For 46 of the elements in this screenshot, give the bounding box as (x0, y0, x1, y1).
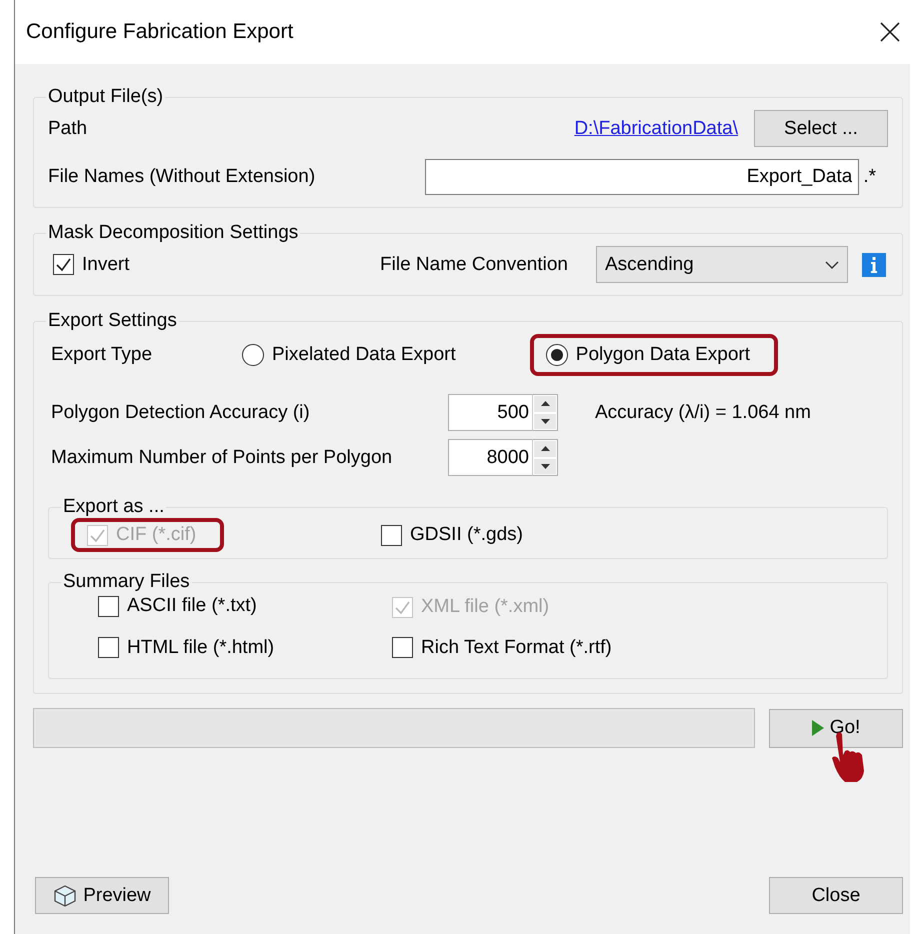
max-points-label: Maximum Number of Points per Polygon (50, 446, 394, 468)
checkbox[interactable]: HTML file (*.html) (98, 636, 274, 658)
checkbox[interactable]: GDSII (*.gds) (381, 524, 523, 546)
checkbox[interactable]: Rich Text Format (*.rtf) (392, 636, 612, 658)
extension-label: .* (863, 166, 876, 188)
window-title: Configure Fabrication Export (26, 20, 294, 44)
group-title: Export Settings (47, 310, 178, 332)
accuracy-spinbox[interactable]: 500 (448, 394, 532, 431)
accuracy-result-text: Accuracy (λ/i) = 1.064 nm (595, 402, 811, 424)
group-title: Summary Files (62, 571, 191, 593)
checkbox[interactable]: Invert (53, 254, 130, 276)
cube-icon (53, 884, 78, 908)
path-link[interactable]: D:\FabricationData\ (574, 118, 738, 140)
export-type-label: Export Type (50, 344, 154, 366)
checkbox[interactable]: ASCII file (*.txt) (98, 595, 257, 617)
max-points-spinbox[interactable]: 8000 (448, 439, 532, 476)
select-button[interactable]: Select ... (754, 110, 888, 147)
checkmark-icon (55, 256, 72, 273)
play-icon (812, 720, 824, 736)
spin-down-button[interactable] (534, 458, 556, 474)
triangle-down-icon (540, 418, 550, 424)
chevron-down-icon (825, 260, 839, 268)
convention-dropdown[interactable]: Ascending (596, 246, 848, 283)
radio-button[interactable]: Pixelated Data Export (242, 344, 456, 366)
preview-button[interactable]: Preview (35, 877, 169, 914)
group-title: Output File(s) (47, 86, 164, 108)
path-label: Path (48, 118, 88, 140)
spin-down-button[interactable] (534, 414, 556, 429)
triangle-down-icon (540, 464, 550, 469)
accuracy-label: Polygon Detection Accuracy (i) (50, 402, 311, 424)
checkmark-icon (394, 598, 411, 616)
file-names-field[interactable]: Export_Data (425, 159, 860, 195)
convention-label: File Name Convention (380, 254, 568, 276)
checkmark-icon (89, 526, 106, 544)
info-icon[interactable] (862, 252, 886, 276)
group-title: Mask Decomposition Settings (47, 222, 300, 244)
radio-button[interactable]: Polygon Data Export (546, 344, 750, 366)
close-button[interactable]: Close (769, 877, 903, 914)
triangle-up-icon (540, 401, 550, 406)
file-names-label: File Names (Without Extension) (48, 166, 316, 188)
triangle-up-icon (540, 446, 550, 452)
spin-up-button[interactable] (534, 441, 556, 456)
go-button[interactable]: Go! (769, 708, 903, 748)
group-title: Export as ... (62, 496, 166, 518)
spin-up-button[interactable] (534, 396, 556, 412)
close-icon[interactable] (880, 22, 900, 42)
